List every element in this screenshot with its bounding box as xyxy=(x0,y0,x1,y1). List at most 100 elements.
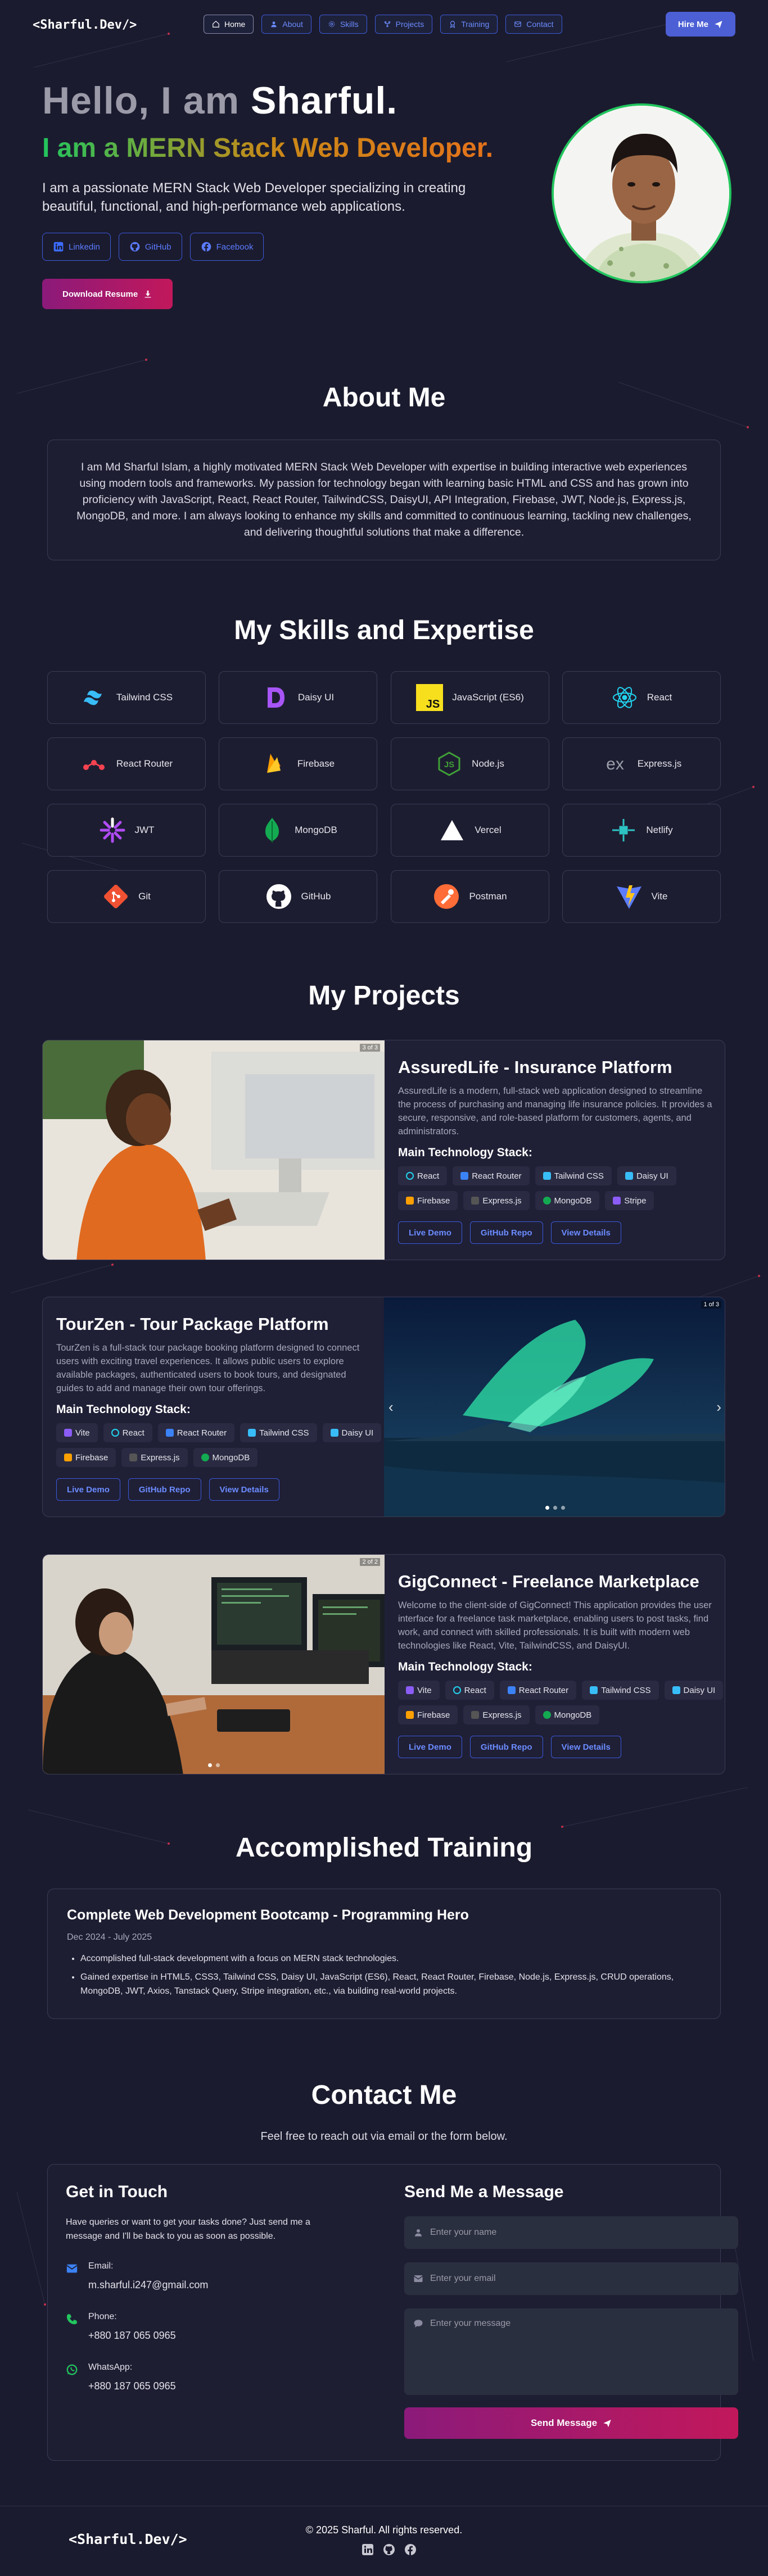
github-icon[interactable] xyxy=(382,2543,396,2556)
slide-dot[interactable] xyxy=(207,1763,212,1767)
tailwind-icon xyxy=(83,690,102,705)
footer-socials xyxy=(361,2543,417,2556)
tech-tag: Daisy UI xyxy=(617,1166,676,1185)
name-input[interactable]: Enter your name xyxy=(404,2216,738,2249)
contact-subtitle: Feel free to reach out via email or the … xyxy=(260,2130,508,2143)
nav-link-training[interactable]: Training xyxy=(440,15,498,34)
phone-link[interactable]: +880 187 065 0965 xyxy=(88,2330,176,2342)
live-demo-button[interactable]: Live Demo xyxy=(56,1478,120,1501)
tech-tags: React React Router Tailwind CSS Daisy UI… xyxy=(398,1166,724,1210)
tech-tag: Express.js xyxy=(121,1448,188,1467)
skill-express: ex Express.js xyxy=(562,737,721,790)
send-message-title: Send Me a Message xyxy=(404,2183,564,2201)
contact-phone: Phone: +880 187 065 0965 xyxy=(66,2312,176,2342)
nodejs-icon: JS xyxy=(438,751,460,776)
training-card: Complete Web Development Bootcamp - Prog… xyxy=(47,1889,721,2019)
vite-icon xyxy=(406,1686,414,1694)
facebook-button[interactable]: Facebook xyxy=(189,233,264,261)
message-textarea[interactable]: Enter your message xyxy=(404,2308,738,2395)
skill-jwt: JWT xyxy=(47,804,206,857)
course-title: Complete Web Development Bootcamp - Prog… xyxy=(67,1907,469,1923)
download-resume-button[interactable]: Download Resume xyxy=(42,279,173,309)
email-input[interactable]: Enter your email xyxy=(404,2262,738,2295)
prev-slide-button[interactable]: ‹ xyxy=(388,1398,394,1416)
tailwind-icon xyxy=(590,1686,598,1694)
express-icon xyxy=(129,1454,138,1461)
tech-tag: React xyxy=(103,1423,152,1442)
mongodb-icon xyxy=(265,818,279,843)
project-title: GigConnect - Freelance Marketplace xyxy=(398,1572,699,1591)
whatsapp-link[interactable]: +880 187 065 0965 xyxy=(88,2380,176,2392)
linkedin-icon[interactable] xyxy=(361,2543,374,2556)
live-demo-button[interactable]: Live Demo xyxy=(398,1221,462,1244)
slide-dot[interactable] xyxy=(561,1506,565,1510)
nav-link-about[interactable]: About xyxy=(261,15,311,34)
tech-tag: Tailwind CSS xyxy=(582,1681,659,1700)
send-message-button[interactable]: Send Message xyxy=(404,2407,738,2439)
tech-tag: Tailwind CSS xyxy=(535,1166,612,1185)
express-icon xyxy=(471,1711,480,1719)
tech-tag: Firebase xyxy=(398,1705,458,1724)
user-icon xyxy=(271,21,277,28)
github-button[interactable]: GitHub xyxy=(118,233,182,261)
skill-vite: Vite xyxy=(562,870,721,923)
nav-link-contact[interactable]: Contact xyxy=(505,15,562,34)
mail-icon xyxy=(414,2275,423,2282)
mongodb-icon xyxy=(201,1454,209,1461)
facebook-icon[interactable] xyxy=(404,2543,417,2556)
contact-whatsapp: WhatsApp: +880 187 065 0965 xyxy=(66,2362,176,2392)
next-slide-button[interactable]: › xyxy=(716,1398,721,1416)
github-repo-button[interactable]: GitHub Repo xyxy=(469,1736,543,1758)
slide-dot[interactable] xyxy=(545,1506,549,1510)
linkedin-button[interactable]: Linkedin xyxy=(42,233,111,261)
firebase-icon xyxy=(406,1711,414,1719)
hero-name: Sharful. xyxy=(251,79,398,122)
nav-link-home[interactable]: Home xyxy=(204,15,254,34)
user-icon xyxy=(415,2229,422,2237)
social-links: Linkedin GitHub Facebook xyxy=(42,233,264,261)
project-image-carousel[interactable]: 3 of 3 xyxy=(43,1040,385,1260)
tech-tag: Daisy UI xyxy=(322,1423,382,1442)
stripe-icon xyxy=(613,1197,621,1205)
skill-git: Git xyxy=(47,870,206,923)
postman-icon xyxy=(434,884,459,909)
project-screenshot xyxy=(43,1555,385,1774)
skill-netlify: Netlify xyxy=(562,804,721,857)
email-link[interactable]: m.sharful.i247@gmail.com xyxy=(88,2279,208,2291)
send-icon xyxy=(603,2420,611,2428)
mail-icon xyxy=(514,21,522,27)
git-icon xyxy=(104,885,128,908)
tech-tag: Stripe xyxy=(605,1191,654,1210)
github-repo-button[interactable]: GitHub Repo xyxy=(128,1478,201,1501)
svg-text:ex: ex xyxy=(606,755,624,773)
view-details-button[interactable]: View Details xyxy=(209,1478,279,1501)
footer-copyright: © 2025 Sharful. All rights reserved. xyxy=(305,2524,463,2536)
github-repo-button[interactable]: GitHub Repo xyxy=(469,1221,543,1244)
project-image-carousel[interactable]: 2 of 2 xyxy=(43,1555,385,1774)
profile-photo xyxy=(554,106,729,281)
project-image-carousel[interactable]: 1 of 3 ‹ › xyxy=(384,1297,725,1516)
get-in-touch-title: Get in Touch xyxy=(66,2183,168,2201)
home-icon xyxy=(213,20,219,28)
tech-tag: React Router xyxy=(499,1681,577,1700)
vite-icon xyxy=(64,1429,72,1437)
slide-dot[interactable] xyxy=(553,1506,557,1510)
view-details-button[interactable]: View Details xyxy=(550,1221,621,1244)
nav-link-projects[interactable]: Projects xyxy=(374,15,433,34)
stack-label: Main Technology Stack: xyxy=(56,1403,191,1416)
firebase-icon xyxy=(266,754,281,773)
tech-tag: Firebase xyxy=(56,1448,116,1467)
view-details-button[interactable]: View Details xyxy=(550,1736,621,1758)
slide-dot[interactable] xyxy=(215,1763,220,1767)
project-title: AssuredLife - Insurance Platform xyxy=(398,1057,672,1077)
site-logo[interactable]: <Sharful.Dev/> xyxy=(33,18,137,32)
contact-title: Contact Me xyxy=(311,2080,457,2110)
live-demo-button[interactable]: Live Demo xyxy=(398,1736,462,1758)
about-card: I am Md Sharful Islam, a highly motivate… xyxy=(47,440,721,560)
skill-vercel: Vercel xyxy=(391,804,549,857)
hire-me-button[interactable]: Hire Me xyxy=(665,12,735,37)
mongodb-icon xyxy=(543,1711,551,1719)
training-icon xyxy=(450,21,455,28)
skill-github: GitHub xyxy=(219,870,377,923)
nav-link-skills[interactable]: Skills xyxy=(319,15,367,34)
